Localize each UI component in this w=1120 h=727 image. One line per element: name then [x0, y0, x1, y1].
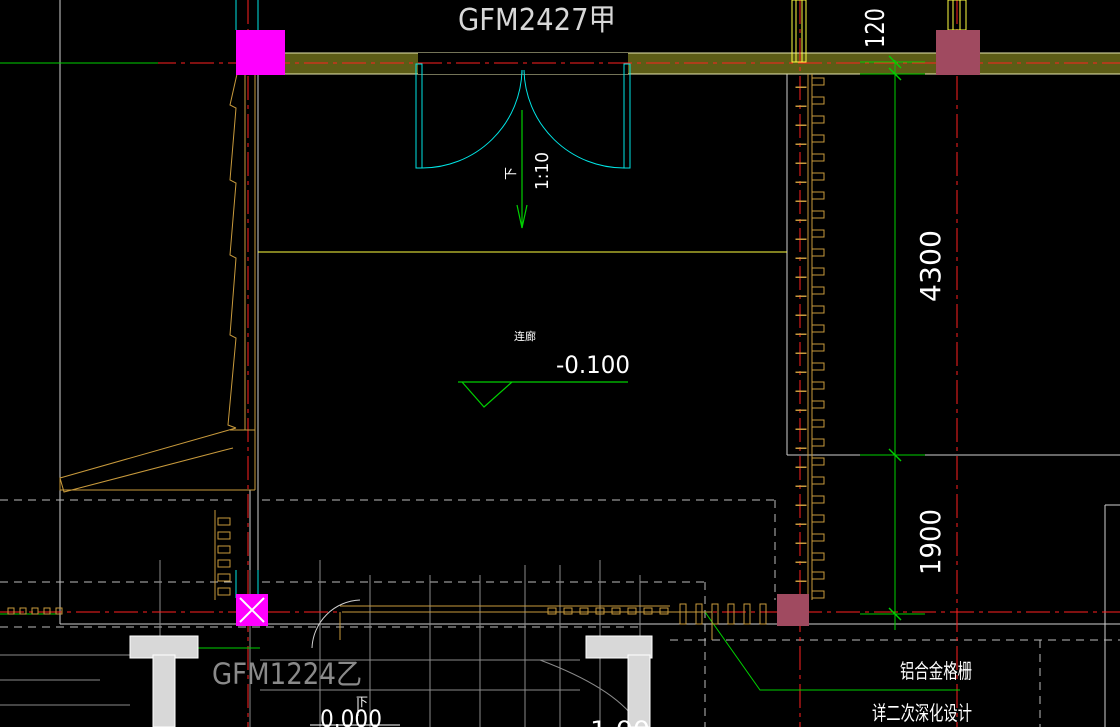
slope-direction-mark-lower: 下 — [356, 695, 368, 709]
slope-direction-mark: 下 — [504, 167, 519, 180]
room-name: 连廊 — [514, 329, 536, 343]
wall-tick-inner — [795, 181, 807, 183]
level-partial-text: 1.00 — [590, 716, 650, 727]
dimension-120: 120 — [861, 8, 891, 48]
wall-tick-inner — [795, 124, 807, 126]
wall-tick-inner — [795, 295, 807, 297]
column-mauve-top — [936, 30, 980, 75]
door-label-top: GFM2427甲 — [458, 3, 616, 38]
dimension-4300: 4300 — [914, 230, 947, 302]
slope-ratio: 1:10 — [532, 152, 553, 190]
cad-floor-plan: GFM2427甲 GFM1224乙 连廊 -0.100 0.000 1.00 1… — [0, 0, 1120, 727]
note-line-1: 铝合金格栅 — [900, 659, 972, 683]
column-mauve-bottom — [777, 594, 809, 626]
wall-tick-inner — [795, 523, 807, 525]
wall-tick-inner — [795, 219, 807, 221]
wall-tick-inner — [795, 561, 807, 563]
wall-tick-inner — [795, 257, 807, 259]
wall-tick-inner — [795, 200, 807, 202]
door-label-bottom: GFM1224乙 — [212, 657, 362, 691]
wall-tick-inner — [795, 542, 807, 544]
wall-tick-inner — [795, 580, 807, 582]
wall-tick-inner — [795, 162, 807, 164]
wall-tick-inner — [795, 314, 807, 316]
level-lower-text: 0.000 — [320, 705, 382, 727]
wall-tick-inner — [795, 352, 807, 354]
wall-tick-inner — [795, 409, 807, 411]
column-magenta-bottom — [236, 594, 268, 626]
wall-tick-inner — [795, 371, 807, 373]
column-magenta-top — [236, 30, 285, 75]
wall-tick-inner — [795, 504, 807, 506]
wall-tick-inner — [795, 105, 807, 107]
wall-tick-inner — [795, 428, 807, 430]
dimension-1900: 1900 — [914, 509, 947, 575]
wall-tick-inner — [795, 485, 807, 487]
wall-tick-inner — [795, 238, 807, 240]
wall-tick-inner — [795, 86, 807, 88]
wall-tick-inner — [795, 143, 807, 145]
level-main-text: -0.100 — [556, 351, 630, 379]
note-line-2: 详二次深化设计 — [872, 701, 972, 725]
wall-tick-inner — [795, 276, 807, 278]
wall-tick-inner — [795, 333, 807, 335]
wall-tick-inner — [795, 466, 807, 468]
wall-tick-inner — [795, 390, 807, 392]
wall-tick-inner — [795, 447, 807, 449]
